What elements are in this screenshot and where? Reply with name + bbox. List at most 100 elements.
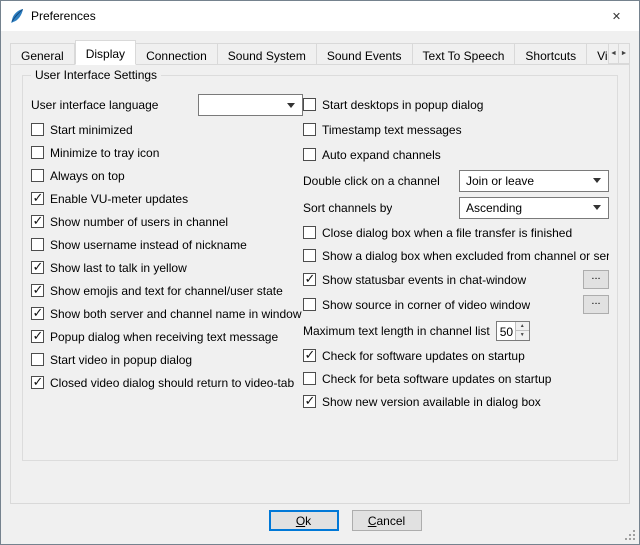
window-title: Preferences bbox=[31, 9, 594, 23]
double-click-value: Join or leave bbox=[466, 174, 534, 188]
checkbox-row-check-beta-updates[interactable]: Check for beta software updates on start… bbox=[303, 367, 609, 390]
dialog-buttons: Ok Cancel bbox=[1, 510, 639, 531]
checkbox[interactable] bbox=[31, 376, 44, 389]
checkbox[interactable] bbox=[303, 148, 316, 161]
cancel-button[interactable]: Cancel bbox=[352, 510, 422, 531]
tab-sound-events[interactable]: Sound Events bbox=[317, 43, 413, 65]
left-column: User interface language Start minimized … bbox=[31, 92, 303, 413]
checkbox[interactable] bbox=[303, 298, 316, 311]
checkbox[interactable] bbox=[303, 249, 316, 262]
max-text-length-label: Maximum text length in channel list bbox=[303, 324, 490, 338]
checkbox-row-auto-expand-channels[interactable]: Auto expand channels bbox=[303, 142, 609, 167]
checkbox-label: Start minimized bbox=[50, 123, 133, 137]
checkbox-row-video-return-tab[interactable]: Closed video dialog should return to vid… bbox=[31, 371, 303, 394]
tab-scroll-left-icon[interactable]: ◄ bbox=[608, 43, 619, 64]
tab-display[interactable]: Display bbox=[75, 40, 136, 65]
max-text-length-spinner[interactable]: 50 ▲ ▼ bbox=[496, 321, 530, 341]
video-source-more-button[interactable]: ... bbox=[583, 295, 609, 314]
tab-connection[interactable]: Connection bbox=[136, 43, 218, 65]
checkbox-row-dialog-on-excluded[interactable]: Show a dialog box when excluded from cha… bbox=[303, 244, 609, 267]
tab-bar: General Display Connection Sound System … bbox=[10, 40, 608, 65]
checkbox-row-vu-meter[interactable]: Enable VU-meter updates bbox=[31, 187, 303, 210]
sort-channels-label: Sort channels by bbox=[303, 201, 392, 215]
checkbox[interactable] bbox=[303, 98, 316, 111]
checkbox-row-timestamp-messages[interactable]: Timestamp text messages bbox=[303, 117, 609, 142]
checkbox-label: Auto expand channels bbox=[322, 148, 441, 162]
checkbox[interactable] bbox=[31, 215, 44, 228]
checkbox[interactable] bbox=[31, 330, 44, 343]
checkbox-label: Show last to talk in yellow bbox=[50, 261, 187, 275]
statusbar-events-more-button[interactable]: ... bbox=[583, 270, 609, 289]
checkbox[interactable] bbox=[31, 123, 44, 136]
checkbox-row-video-source-corner[interactable]: Show source in corner of video window ..… bbox=[303, 292, 609, 317]
max-text-length-setting: Maximum text length in channel list 50 ▲… bbox=[303, 317, 609, 344]
language-combobox[interactable] bbox=[198, 94, 303, 116]
chevron-down-icon bbox=[287, 103, 295, 108]
checkbox-label: Popup dialog when receiving text message bbox=[50, 330, 278, 344]
resize-grip[interactable] bbox=[633, 538, 635, 540]
max-text-length-value: 50 bbox=[497, 322, 515, 340]
checkbox[interactable] bbox=[303, 395, 316, 408]
tab-shortcuts[interactable]: Shortcuts bbox=[515, 43, 587, 65]
checkbox-label: Show both server and channel name in win… bbox=[50, 307, 303, 321]
tab-scroll-right-icon[interactable]: ► bbox=[619, 43, 630, 64]
double-click-setting: Double click on a channel Join or leave bbox=[303, 167, 609, 194]
spinner-buttons: ▲ ▼ bbox=[515, 322, 529, 340]
tab-text-to-speech[interactable]: Text To Speech bbox=[413, 43, 516, 65]
checkbox-row-show-user-count[interactable]: Show number of users in channel bbox=[31, 210, 303, 233]
checkbox[interactable] bbox=[31, 353, 44, 366]
settings-columns: User interface language Start minimized … bbox=[23, 76, 617, 413]
checkbox-label: Show username instead of nickname bbox=[50, 238, 247, 252]
ok-button-label: Ok bbox=[296, 514, 311, 528]
checkbox-label: Always on top bbox=[50, 169, 125, 183]
checkbox[interactable] bbox=[31, 169, 44, 182]
spin-up-icon[interactable]: ▲ bbox=[516, 322, 529, 332]
checkbox-row-show-username[interactable]: Show username instead of nickname bbox=[31, 233, 303, 256]
checkbox[interactable] bbox=[31, 146, 44, 159]
checkbox[interactable] bbox=[303, 349, 316, 362]
checkbox-row-new-version-dialog[interactable]: Show new version available in dialog box bbox=[303, 390, 609, 413]
tab-video[interactable]: Video bbox=[587, 43, 608, 65]
checkbox-row-statusbar-events[interactable]: Show statusbar events in chat-window ... bbox=[303, 267, 609, 292]
checkbox-row-popup-text-message[interactable]: Popup dialog when receiving text message bbox=[31, 325, 303, 348]
checkbox[interactable] bbox=[303, 273, 316, 286]
tab-general[interactable]: General bbox=[10, 43, 75, 65]
checkbox[interactable] bbox=[31, 261, 44, 274]
checkbox-row-check-updates[interactable]: Check for software updates on startup bbox=[303, 344, 609, 367]
checkbox[interactable] bbox=[303, 372, 316, 385]
checkbox[interactable] bbox=[303, 123, 316, 136]
checkbox-label: Closed video dialog should return to vid… bbox=[50, 376, 294, 390]
checkbox-label: Show emojis and text for channel/user st… bbox=[50, 284, 283, 298]
checkbox-label: Enable VU-meter updates bbox=[50, 192, 188, 206]
chevron-down-icon bbox=[593, 205, 601, 210]
checkbox-label: Show source in corner of video window bbox=[322, 298, 530, 312]
checkbox[interactable] bbox=[31, 307, 44, 320]
ok-button[interactable]: Ok bbox=[269, 510, 339, 531]
sort-channels-combobox[interactable]: Ascending bbox=[459, 197, 609, 219]
checkbox[interactable] bbox=[31, 284, 44, 297]
checkbox-label: Check for beta software updates on start… bbox=[322, 372, 551, 386]
checkbox-row-close-on-transfer[interactable]: Close dialog box when a file transfer is… bbox=[303, 221, 609, 244]
checkbox-row-desktops-popup[interactable]: Start desktops in popup dialog bbox=[303, 92, 609, 117]
checkbox[interactable] bbox=[31, 238, 44, 251]
checkbox[interactable] bbox=[303, 226, 316, 239]
checkbox-row-always-on-top[interactable]: Always on top bbox=[31, 164, 303, 187]
checkbox[interactable] bbox=[31, 192, 44, 205]
spin-down-icon[interactable]: ▼ bbox=[516, 331, 529, 340]
checkbox-row-start-minimized[interactable]: Start minimized bbox=[31, 118, 303, 141]
checkbox-row-show-emojis[interactable]: Show emojis and text for channel/user st… bbox=[31, 279, 303, 302]
checkbox-row-video-popup[interactable]: Start video in popup dialog bbox=[31, 348, 303, 371]
close-icon[interactable]: ✕ bbox=[594, 2, 639, 31]
checkbox-label: Show number of users in channel bbox=[50, 215, 228, 229]
double-click-combobox[interactable]: Join or leave bbox=[459, 170, 609, 192]
checkbox-label: Show a dialog box when excluded from cha… bbox=[322, 249, 609, 263]
double-click-label: Double click on a channel bbox=[303, 174, 440, 188]
checkbox-row-last-to-talk[interactable]: Show last to talk in yellow bbox=[31, 256, 303, 279]
preferences-window: Preferences ✕ General Display Connection… bbox=[0, 0, 640, 545]
language-setting: User interface language bbox=[31, 92, 303, 118]
tab-sound-system[interactable]: Sound System bbox=[218, 43, 317, 65]
checkbox-row-server-channel-title[interactable]: Show both server and channel name in win… bbox=[31, 302, 303, 325]
checkbox-row-minimize-to-tray[interactable]: Minimize to tray icon bbox=[31, 141, 303, 164]
titlebar: Preferences ✕ bbox=[1, 1, 639, 31]
checkbox-label: Start video in popup dialog bbox=[50, 353, 192, 367]
